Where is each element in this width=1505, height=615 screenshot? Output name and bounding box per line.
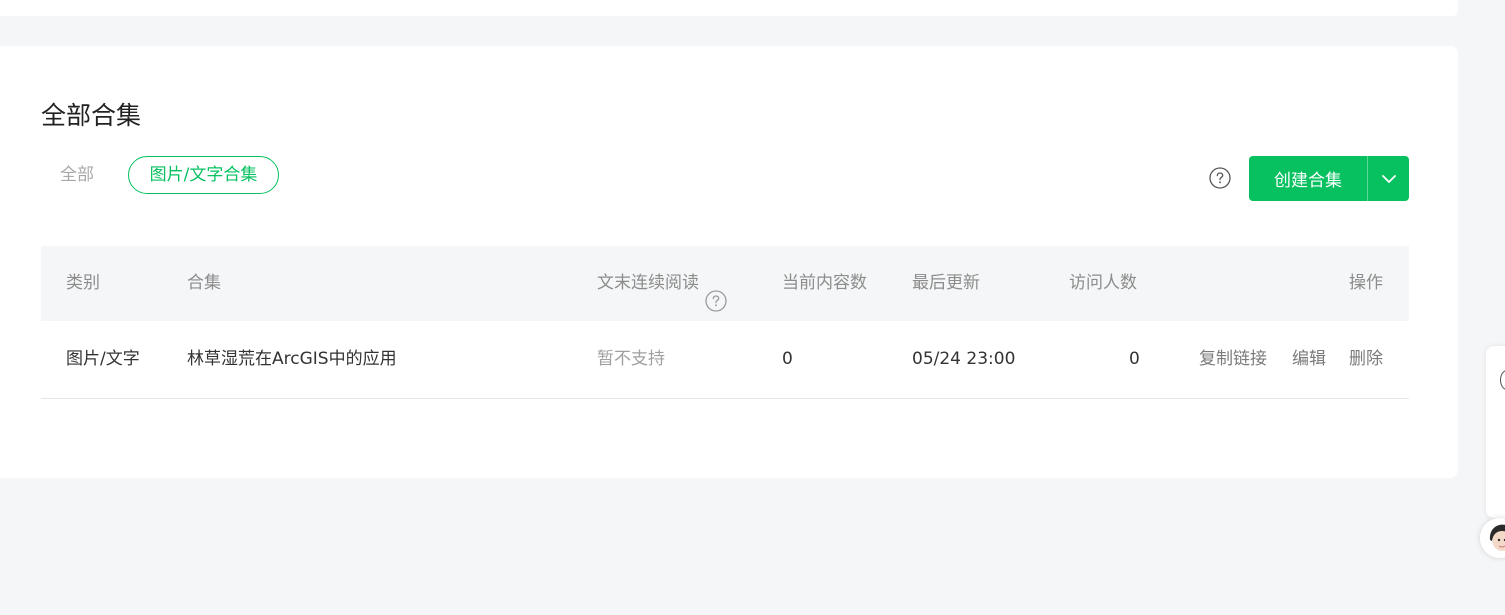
col-header-updated: 最后更新	[912, 273, 980, 293]
table-row: 图片/文字 林草湿荒在ArcGIS中的应用 暂不支持 0 05/24 23:00…	[41, 321, 1409, 399]
row-category: 图片/文字	[66, 349, 140, 369]
col-header-visitors: 访问人数	[1069, 273, 1137, 293]
question-circle-icon[interactable]	[1209, 167, 1231, 189]
top-card	[0, 0, 1458, 16]
col-header-category: 类别	[66, 273, 100, 293]
avatar[interactable]	[1480, 518, 1505, 558]
col-header-continuous-reading: 文末连续阅读	[597, 246, 727, 321]
col-header-collection: 合集	[187, 273, 221, 293]
row-visitors: 0	[1129, 349, 1140, 369]
chevron-down-icon	[1381, 169, 1397, 188]
row-collection-name[interactable]: 林草湿荒在ArcGIS中的应用	[187, 321, 397, 398]
filter-tab-all[interactable]: 全部	[60, 163, 94, 187]
create-options-dropdown[interactable]	[1368, 156, 1409, 201]
col-header-count: 当前内容数	[782, 273, 867, 293]
create-collection-split-button: 创建合集	[1249, 156, 1409, 201]
filter-tab-image-text[interactable]: 图片/文字合集	[128, 156, 279, 194]
side-panel-icon	[1500, 370, 1505, 390]
delete-button[interactable]: 删除	[1349, 321, 1383, 398]
question-circle-icon[interactable]	[705, 270, 727, 312]
col-header-actions: 操作	[1349, 273, 1383, 293]
row-continuous-reading: 暂不支持	[597, 349, 665, 369]
side-float-panel[interactable]	[1486, 346, 1505, 518]
copy-link-button[interactable]: 复制链接	[1199, 321, 1267, 398]
table-header: 类别 合集 文末连续阅读 当前内容数 最后更新 访问人数 操作	[41, 246, 1409, 321]
section-title: 全部合集	[41, 101, 142, 130]
row-last-updated: 05/24 23:00	[912, 349, 1016, 369]
edit-button[interactable]: 编辑	[1292, 321, 1326, 398]
create-collection-button[interactable]: 创建合集	[1249, 156, 1367, 201]
col-header-continuous-label: 文末连续阅读	[597, 273, 699, 293]
row-content-count: 0	[782, 349, 793, 369]
